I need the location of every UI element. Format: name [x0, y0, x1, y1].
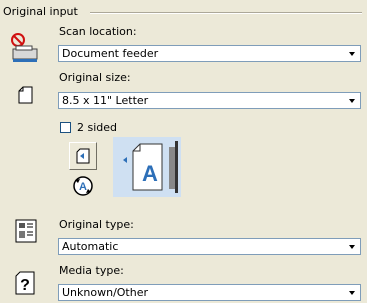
flip-page-icon: [76, 148, 90, 164]
original-type-value: Automatic: [62, 240, 119, 253]
original-type-icon: [13, 218, 39, 244]
original-size-value: 8.5 x 11" Letter: [62, 94, 149, 107]
original-size-select[interactable]: 8.5 x 11" Letter: [58, 92, 361, 109]
rotate-page-icon: A: [71, 174, 95, 198]
preview-glyph: A: [142, 161, 158, 186]
svg-text:?: ?: [20, 277, 30, 294]
scan-location-value: Document feeder: [62, 47, 159, 60]
help-question-icon: ?: [14, 271, 36, 295]
original-type-label: Original type:: [59, 218, 134, 231]
page-size-icon: [18, 86, 34, 104]
media-type-select[interactable]: Unknown/Other: [58, 284, 361, 301]
scan-location-label: Scan location:: [59, 25, 137, 38]
two-sided-checkbox[interactable]: [60, 122, 71, 133]
two-sided-label[interactable]: 2 sided: [77, 121, 117, 134]
dropdown-arrow-icon[interactable]: [344, 285, 360, 300]
dropdown-arrow-icon[interactable]: [344, 93, 360, 108]
media-type-value: Unknown/Other: [62, 286, 149, 299]
rotate-page-button[interactable]: A: [69, 172, 97, 200]
original-type-select[interactable]: Automatic: [58, 238, 361, 255]
group-title: Original input: [3, 5, 81, 18]
flip-page-button[interactable]: [69, 142, 97, 170]
scan-location-select[interactable]: Document feeder: [58, 45, 361, 62]
group-divider: [90, 12, 362, 14]
dropdown-arrow-icon[interactable]: [344, 239, 360, 254]
original-size-label: Original size:: [59, 71, 131, 84]
svg-text:A: A: [79, 181, 87, 193]
orientation-preview: A: [113, 137, 181, 197]
dropdown-arrow-icon[interactable]: [344, 46, 360, 61]
scanner-icon: [10, 32, 40, 64]
media-type-label: Media type:: [59, 264, 124, 277]
